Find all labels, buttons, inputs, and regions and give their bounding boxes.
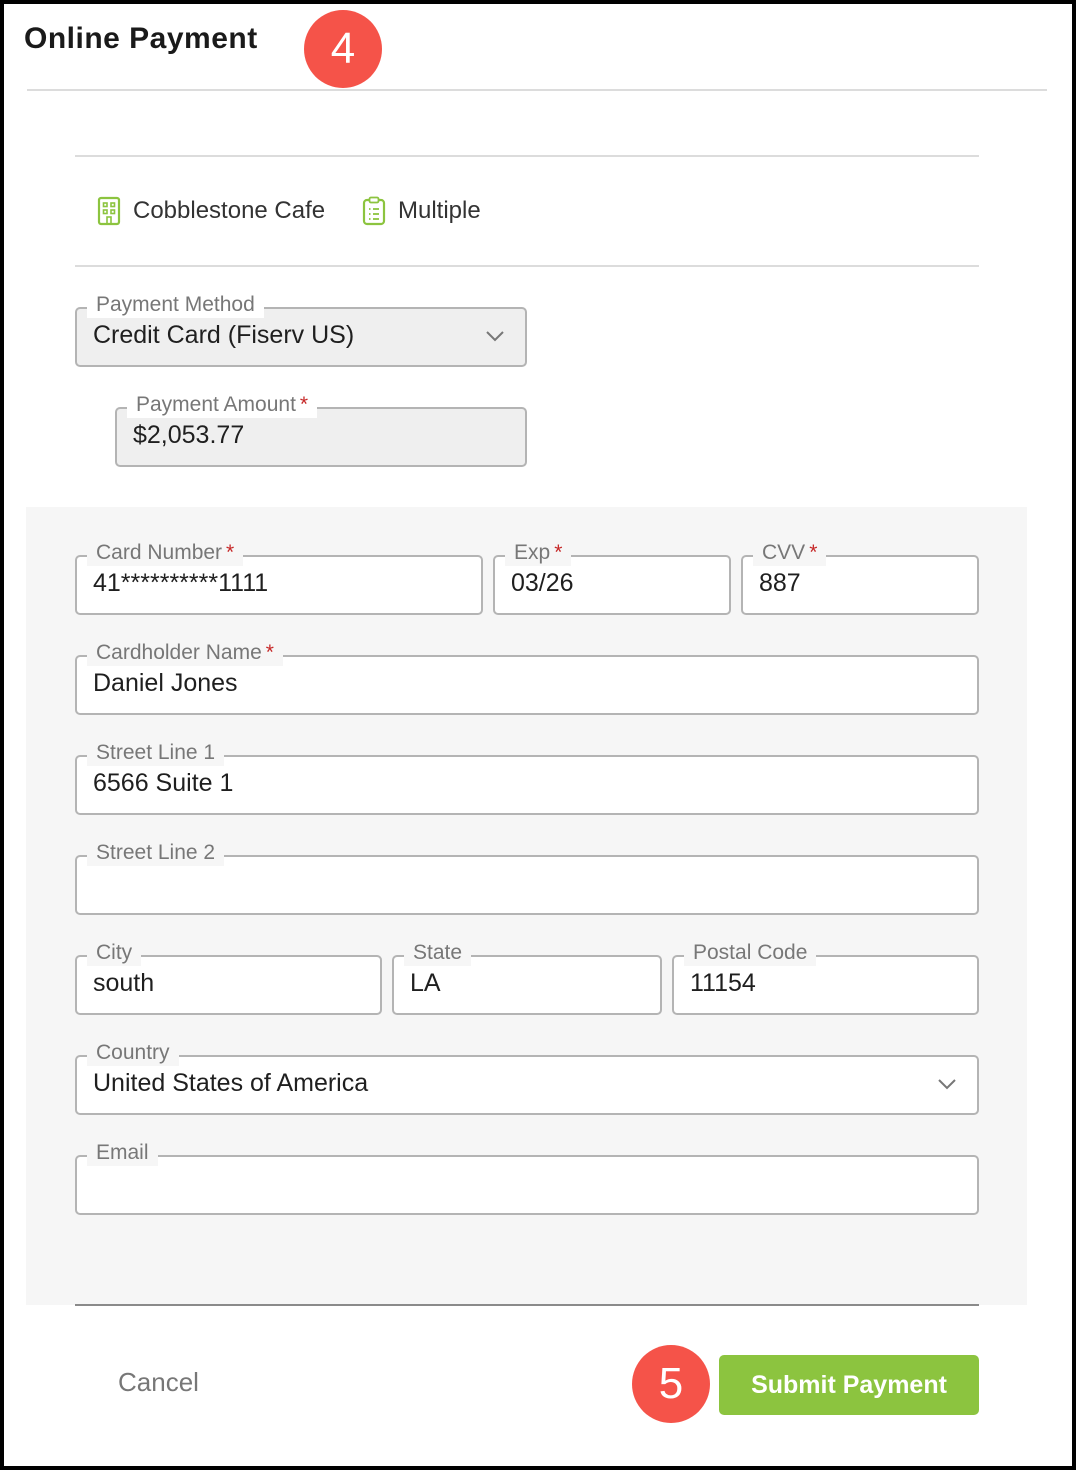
cvv-label: CVV * (753, 540, 827, 566)
invoice-info: Multiple (362, 196, 481, 226)
card-number-input[interactable]: Card Number * 41**********1111 (75, 540, 483, 615)
city-value: south (93, 969, 155, 997)
cvv-value: 887 (759, 569, 801, 597)
info-top-divider (75, 155, 979, 157)
location-name: Cobblestone Cafe (133, 197, 326, 224)
clipboard-list-icon (362, 196, 386, 226)
payment-amount-field[interactable]: Payment Amount * $2,053.77 (115, 392, 527, 467)
invoice-count: Multiple (398, 197, 481, 224)
street-line-1-input[interactable]: Street Line 1 6566 Suite 1 (75, 740, 979, 815)
street-line-2-input[interactable]: Street Line 2 (75, 840, 979, 915)
cardholder-name-value: Daniel Jones (93, 669, 238, 697)
state-label: State (404, 940, 472, 966)
email-label: Email (87, 1140, 158, 1166)
chevron-down-icon (937, 1077, 957, 1096)
step-badge-5: 5 (632, 1345, 710, 1423)
postal-code-label: Postal Code (684, 940, 817, 966)
exp-input[interactable]: Exp * 03/26 (493, 540, 731, 615)
footer-divider (75, 1304, 979, 1306)
state-value: LA (410, 969, 441, 997)
postal-code-input[interactable]: Postal Code 11154 (672, 940, 979, 1015)
state-input[interactable]: State LA (392, 940, 662, 1015)
exp-value: 03/26 (511, 569, 574, 597)
street-line-1-value: 6566 Suite 1 (93, 769, 234, 797)
exp-label: Exp * (505, 540, 572, 566)
street-line-2-label: Street Line 2 (87, 840, 225, 866)
cardholder-name-input[interactable]: Cardholder Name * Daniel Jones (75, 640, 979, 715)
info-bottom-divider (75, 265, 979, 267)
page-title: Online Payment (24, 22, 258, 55)
cardholder-name-label: Cardholder Name * (87, 640, 283, 666)
country-label: Country (87, 1040, 179, 1066)
email-input[interactable]: Email (75, 1140, 979, 1215)
payment-method-select[interactable]: Payment Method Credit Card (Fiserv US) (75, 292, 527, 367)
payment-amount-value: $2,053.77 (133, 421, 245, 449)
card-number-label: Card Number * (87, 540, 244, 566)
payment-method-label: Payment Method (87, 292, 264, 318)
building-icon (97, 196, 121, 226)
card-number-value: 41**********1111 (93, 569, 269, 597)
country-value: United States of America (93, 1069, 369, 1097)
city-input[interactable]: City south (75, 940, 382, 1015)
cvv-input[interactable]: CVV * 887 (741, 540, 979, 615)
cancel-button[interactable]: Cancel (118, 1367, 199, 1398)
payment-amount-label: Payment Amount * (127, 392, 318, 418)
location-info: Cobblestone Cafe (97, 196, 325, 226)
submit-payment-button[interactable]: Submit Payment (719, 1355, 979, 1415)
postal-code-value: 11154 (690, 969, 756, 997)
payment-method-value: Credit Card (Fiserv US) (93, 321, 355, 349)
header-divider (27, 89, 1047, 91)
chevron-down-icon (485, 329, 505, 348)
city-label: City (87, 940, 142, 966)
step-badge-4: 4 (304, 10, 382, 88)
country-select[interactable]: Country United States of America (75, 1040, 979, 1115)
street-line-1-label: Street Line 1 (87, 740, 225, 766)
